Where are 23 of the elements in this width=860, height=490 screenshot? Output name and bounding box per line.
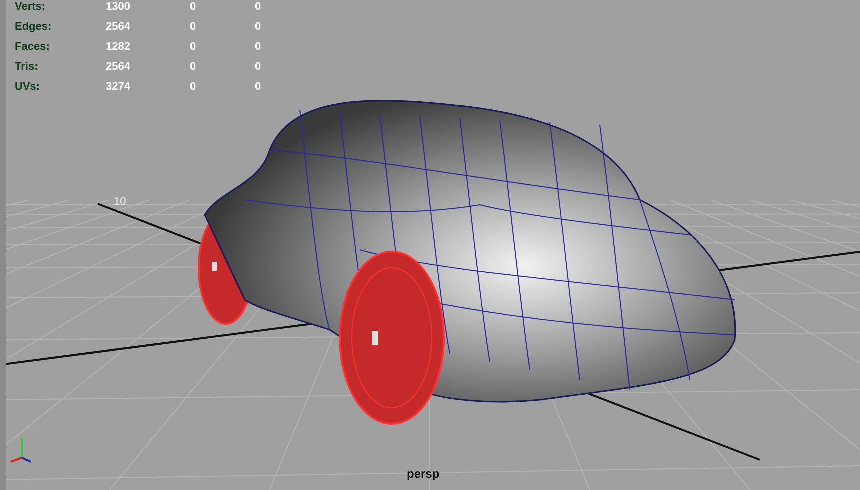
axis-gizmo-icon bbox=[10, 436, 32, 466]
stat-value: 0 bbox=[255, 20, 262, 34]
stat-label: Verts: bbox=[15, 0, 47, 14]
stat-value: 0 bbox=[190, 80, 198, 94]
stat-value: 0 bbox=[190, 60, 198, 74]
camera-label: persp bbox=[407, 467, 440, 481]
stat-value: 0 bbox=[255, 40, 262, 54]
stat-label: Edges: bbox=[15, 20, 53, 34]
stat-label: UVs: bbox=[15, 80, 42, 94]
stat-value: 0 bbox=[190, 20, 198, 34]
stat-value: 3274 bbox=[106, 80, 132, 94]
stat-value: 1300 bbox=[106, 0, 132, 14]
stat-value: 0 bbox=[190, 0, 198, 14]
grid-label: 10 bbox=[114, 196, 126, 208]
stat-value: 0 bbox=[190, 40, 198, 54]
stat-label: Tris: bbox=[15, 60, 40, 74]
stat-label: Faces: bbox=[15, 40, 51, 54]
stat-value: 0 bbox=[255, 60, 262, 74]
stat-value: 2564 bbox=[106, 20, 132, 34]
stat-value: 2564 bbox=[106, 60, 132, 74]
stat-value: 0 bbox=[255, 80, 262, 94]
stat-value: 1282 bbox=[106, 40, 132, 54]
stat-value: 0 bbox=[255, 0, 262, 14]
